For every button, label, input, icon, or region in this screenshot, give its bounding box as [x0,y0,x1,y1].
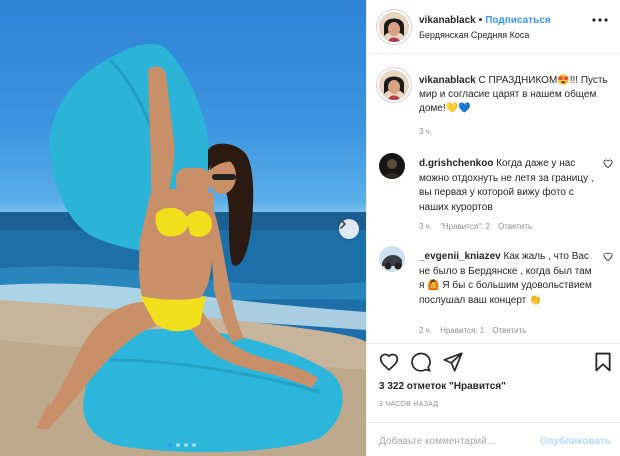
like-button[interactable] [379,352,399,374]
heart-icon [379,353,399,371]
avatar[interactable] [379,70,409,100]
caption-text-block: vikanablack С ПРАЗДНИКОМ😍!!! Пусть мир и… [419,74,619,116]
heart-icon [603,159,613,169]
post-username[interactable]: vikanablack [419,15,476,26]
comment-like-button[interactable] [603,252,613,264]
save-button[interactable] [595,352,611,375]
carousel-dot [192,443,196,447]
next-photo-button[interactable] [339,219,359,239]
comment-like-button[interactable] [603,159,613,171]
post-header: vikanablack • Подписаться Бердянская Средн… [367,0,620,54]
post-side-panel: vikanablack • Подписаться Бердянская Средн… [366,0,620,456]
separator-dot: • [478,15,483,26]
share-button[interactable] [443,352,463,375]
follow-button[interactable]: Подписаться [485,15,550,26]
post-actions: 3 322 отметок "Нравится" 3 ЧАСОВ НАЗАД Д… [367,343,620,456]
comment-icon [411,352,431,372]
avatar-image [379,12,409,42]
avatar[interactable] [379,12,409,42]
comment-likes[interactable]: "Нравится": 2 [440,222,490,231]
comment-reply-button[interactable]: Ответить [492,326,526,335]
comment-meta: 3 ч. "Нравится": 2 Ответить [419,222,540,231]
avatar-image [379,246,405,272]
comment-meta: 2 ч. Нравится: 1 Ответить [419,326,534,335]
caption-time[interactable]: 3 ч. [419,127,432,136]
heart-icon [603,252,613,262]
carousel-dot [168,443,172,447]
post-location[interactable]: Бердянская Средняя Коса [419,30,529,40]
more-options-button[interactable] [592,14,608,25]
more-icon [592,18,608,22]
comment-composer: Добавьте комментарий... Опубликовать [367,422,620,456]
publish-button[interactable]: Опубликовать [540,436,611,447]
comment-username[interactable]: d.grishchenkoo [419,158,493,169]
comment-username[interactable]: _evgenii_kniazev [419,251,501,262]
bookmark-icon [595,352,611,372]
beach-photo-illustration [0,43,366,456]
post-photo[interactable] [0,0,366,456]
comment-input[interactable]: Добавьте комментарий... [379,436,495,447]
comment-time[interactable]: 3 ч. [419,222,432,231]
avatar-image [379,153,405,179]
avatar[interactable] [379,246,405,272]
caption-username[interactable]: vikanablack [419,75,476,86]
share-icon [443,352,463,372]
avatar-image [379,70,409,100]
carousel-dot [176,443,180,447]
post-timestamp[interactable]: 3 ЧАСОВ НАЗАД [379,401,438,408]
comment-text-block: _evgenii_kniazev Как жаль , что Вас не б… [419,250,599,308]
carousel-dots [168,443,196,447]
likes-count[interactable]: 3 322 отметок "Нравится" [379,381,506,392]
comment-likes[interactable]: Нравится: 1 [440,326,484,335]
comment-text-block: d.grishchenkoo Когда даже у нас можно от… [419,157,599,215]
comment-time[interactable]: 2 ч. [419,326,432,335]
carousel-dot [184,443,188,447]
comment-button[interactable] [411,352,431,375]
avatar[interactable] [379,153,405,179]
next-arrow-icon [340,219,347,229]
comment-reply-button[interactable]: Ответить [498,222,532,231]
